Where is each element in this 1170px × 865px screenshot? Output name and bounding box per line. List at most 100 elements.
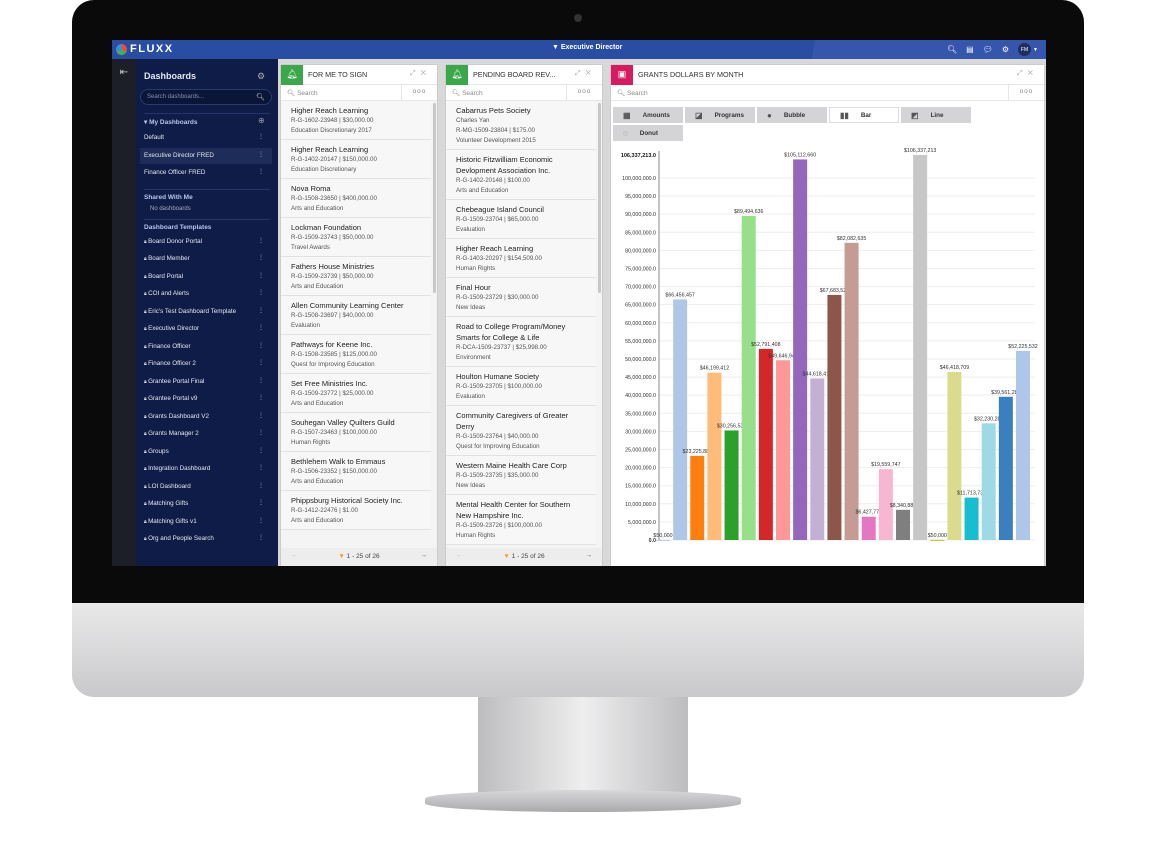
next-page-button[interactable]: → (586, 552, 593, 559)
next-page-button[interactable]: → (421, 552, 428, 559)
expand-icon[interactable]: ⤢ (575, 70, 586, 77)
sidebar-item-template[interactable]: 🔒︎ Grants Manager 2 ⋮ (140, 426, 272, 442)
gear-icon[interactable]: ⚙ (257, 71, 265, 82)
list-item[interactable]: Road to College Program/Money Smarts for… (446, 317, 596, 367)
scrollbar[interactable] (598, 103, 601, 293)
search-dashboards-input[interactable]: Search dashboards... 🔍︎ (140, 89, 272, 105)
list-item[interactable]: Western Maine Health Care Corp R-G-1509-2… (446, 456, 596, 495)
list-item[interactable]: Higher Reach Learning R-G-1602-23948 | $3… (281, 101, 431, 140)
list-item[interactable]: Souhegan Valley Quilters Guild R-G-1507-2… (281, 413, 431, 452)
list-item[interactable]: Nova Roma R-G-1508-23650 | $400,000.00 Art… (281, 179, 431, 218)
more-vertical-icon[interactable]: ⋮ (258, 168, 264, 175)
chat-icon[interactable]: 💬︎ (983, 45, 993, 54)
list-item[interactable]: Mental Health Center for Southern New Ha… (446, 495, 596, 545)
sidebar-item-template[interactable]: 🔒︎ Board Donor Portal ⋮ (140, 234, 272, 250)
more-vertical-icon[interactable]: ⋮ (258, 342, 264, 349)
more-vertical-icon[interactable]: ⋮ (258, 534, 264, 541)
list-item[interactable]: Pathways for Keene Inc. R-G-1508-23585 | … (281, 335, 431, 374)
expand-icon[interactable]: ⤢ (1017, 70, 1028, 77)
sidebar-item-template[interactable]: 🔒︎ Org and People Search ⋮ (140, 531, 272, 547)
sidebar-item-dashboard[interactable]: Default ⋮ (140, 130, 272, 146)
sidebar-item-template[interactable]: 🔒︎ Board Member ⋮ (140, 251, 272, 267)
collapse-sidebar-button[interactable]: ⇤ (112, 59, 136, 566)
more-vertical-icon[interactable]: ⋮ (258, 254, 264, 261)
more-vertical-icon[interactable]: ⋮ (258, 151, 264, 158)
list-item[interactable]: Chebeague Island Council R-G-1509-23704 |… (446, 200, 596, 239)
close-icon[interactable]: ✕ (586, 70, 596, 77)
tab-bar[interactable]: ▮▮ Bar (829, 107, 899, 123)
sidebar-item-dashboard[interactable]: Executive Director FRED ⋮ (140, 147, 272, 164)
section-my-dashboards[interactable]: ▾ My Dashboards (144, 118, 197, 126)
list-item[interactable]: Phippsburg Historical Society Inc. R-G-14… (281, 491, 431, 530)
card-icon[interactable]: ▤ (966, 45, 974, 54)
more-vertical-icon[interactable]: ⋮ (258, 464, 264, 471)
prev-page-button[interactable]: ← (456, 552, 463, 559)
close-icon[interactable]: ✕ (1028, 70, 1038, 77)
sidebar-item-template[interactable]: 🔒︎ Board Portal ⋮ (140, 269, 272, 285)
close-icon[interactable]: ✕ (421, 70, 431, 77)
tab-amounts[interactable]: ▦ Amounts (613, 107, 683, 123)
more-vertical-icon[interactable]: ⋮ (258, 324, 264, 331)
more-vertical-icon[interactable]: ⋮ (258, 377, 264, 384)
more-vertical-icon[interactable]: ⋮ (258, 412, 264, 419)
more-vertical-icon[interactable]: ⋮ (258, 517, 264, 524)
list-item[interactable]: Fathers House Ministries R-G-1509-23739 |… (281, 257, 431, 296)
section-dashboard-templates[interactable]: Dashboard Templates (144, 224, 211, 231)
sidebar-item-template[interactable]: 🔒︎ Grantee Portal Final ⋮ (140, 374, 272, 390)
list-item[interactable]: Cabarrus Pets Society Charles Yan R-MG-150… (446, 101, 596, 150)
sidebar-item-template[interactable]: 🔒︎ Groups ⋮ (140, 444, 272, 460)
avatar[interactable]: FM (1018, 43, 1032, 56)
sidebar-item-template[interactable]: 🔒︎ Integration Dashboard ⋮ (140, 461, 272, 477)
list-item[interactable]: Historic Fitzwilliam Economic Devlopment… (446, 150, 596, 200)
prev-page-button[interactable]: ← (291, 552, 298, 559)
more-vertical-icon[interactable]: ⋮ (258, 447, 264, 454)
tab-line[interactable]: ◩ Line (901, 107, 971, 123)
more-options-button[interactable]: ooo (401, 85, 437, 101)
sidebar-item-template[interactable]: 🔒︎ Eric's Test Dashboard Template ⋮ (140, 304, 272, 320)
more-vertical-icon[interactable]: ⋮ (258, 499, 264, 506)
expand-icon[interactable]: ⤢ (410, 70, 421, 77)
more-vertical-icon[interactable]: ⋮ (258, 429, 264, 436)
list-item[interactable]: Set Free Ministries Inc. R-G-1509-23772 |… (281, 374, 431, 413)
tab-bubble[interactable]: ● Bubble (757, 107, 827, 123)
sidebar-item-template[interactable]: 🔒︎ Grantee Portal v9 ⋮ (140, 391, 272, 407)
list-item[interactable]: Lockman Foundation R-G-1509-23743 | $50,0… (281, 218, 431, 257)
sidebar-item-template[interactable]: 🔒︎ Executive Director ⋮ (140, 321, 272, 337)
sidebar-item-template[interactable]: 🔒︎ Grants Dashboard V2 ⋮ (140, 409, 272, 425)
more-vertical-icon[interactable]: ⋮ (258, 394, 264, 401)
more-vertical-icon[interactable]: ⋮ (258, 237, 264, 244)
add-dashboard-icon[interactable]: ⊕ (258, 116, 265, 125)
more-vertical-icon[interactable]: ⋮ (258, 272, 264, 279)
settings-icon[interactable]: ⚙ (1002, 45, 1009, 54)
sidebar-item-template[interactable]: 🔒︎ COI and Alerts ⋮ (140, 286, 272, 302)
tab-donut[interactable]: ◌ Donut (613, 125, 683, 141)
more-vertical-icon[interactable]: ⋮ (258, 307, 264, 314)
more-vertical-icon[interactable]: ⋮ (258, 289, 264, 296)
scrollbar[interactable] (433, 103, 436, 293)
sidebar-item-template[interactable]: 🔒︎ LOI Dashboard ⋮ (140, 479, 272, 495)
list-item[interactable]: Bethlehem Walk to Emmaus R-G-1506-23352 |… (281, 452, 431, 491)
section-shared-with-me[interactable]: Shared With Me (144, 194, 193, 201)
logo[interactable]: FLUXX (116, 43, 174, 55)
search-input[interactable]: 🔍︎ Search ooo (446, 85, 602, 101)
search-icon[interactable]: 🔍︎ (947, 45, 957, 54)
list-item[interactable]: Higher Reach Learning R-G-1402-20147 | $1… (281, 140, 431, 179)
more-options-button[interactable]: ooo (1008, 85, 1044, 101)
more-vertical-icon[interactable]: ⋮ (258, 133, 264, 140)
sidebar-item-template[interactable]: 🔒︎ Matching Gifts ⋮ (140, 496, 272, 512)
list-item[interactable]: Allen Community Learning Center R-G-1508-… (281, 296, 431, 335)
search-input[interactable]: 🔍︎ Search ooo (611, 85, 1044, 101)
search-input[interactable]: 🔍︎ Search ooo (281, 85, 437, 101)
more-vertical-icon[interactable]: ⋮ (258, 482, 264, 489)
chevron-down-icon[interactable]: ▼ (1033, 47, 1038, 53)
sidebar-item-template[interactable]: 🔒︎ Finance Officer ⋮ (140, 339, 272, 355)
sidebar-item-template[interactable]: 🔒︎ Matching Gifts v1 ⋮ (140, 514, 272, 530)
more-vertical-icon[interactable]: ⋮ (258, 359, 264, 366)
more-options-button[interactable]: ooo (566, 85, 602, 101)
list-item[interactable]: Final Hour R-G-1509-23729 | $30,000.00 New… (446, 278, 596, 317)
tab-programs[interactable]: ◪ Programs (685, 107, 755, 123)
list-item[interactable]: Houlton Humane Society R-G-1509-23705 | $… (446, 367, 596, 406)
list-item[interactable]: Community Caregivers of Greater Derry R-G… (446, 406, 596, 456)
sidebar-item-dashboard[interactable]: Finance Officer FRED ⋮ (140, 165, 272, 181)
list-item[interactable]: Higher Reach Learning R-G-1403-20297 | $1… (446, 239, 596, 278)
